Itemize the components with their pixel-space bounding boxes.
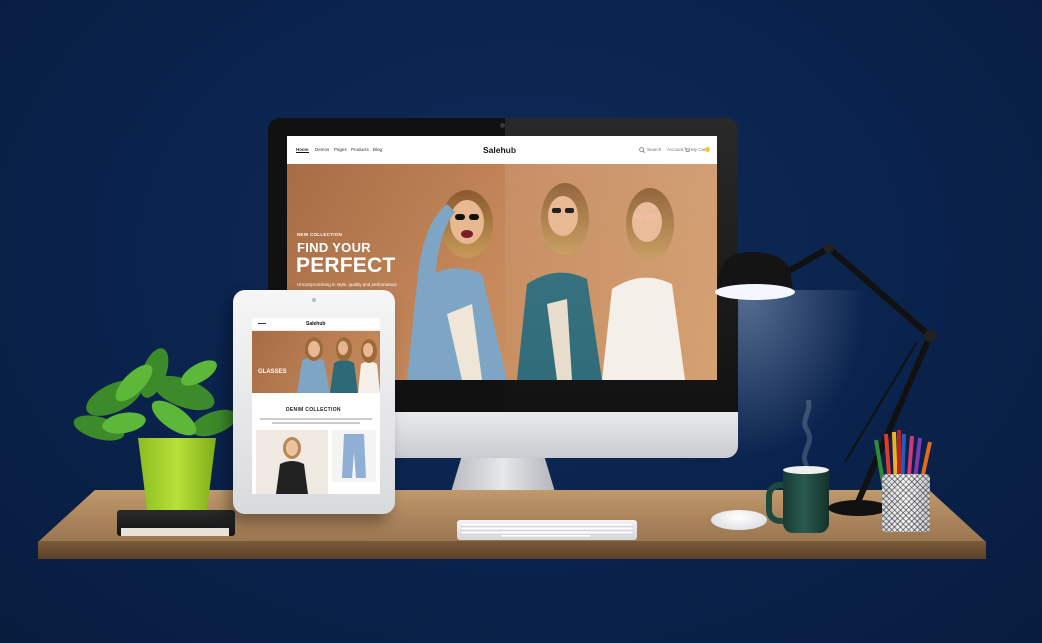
hero-subtitle: Uncompromising in style, quality and per… [297, 282, 397, 287]
book-pages [121, 528, 229, 536]
hero-kicker: NEW COLLECTION [297, 232, 343, 237]
tablet-logo[interactable]: Salehub [306, 321, 325, 327]
pencil-holder [882, 474, 930, 532]
nav-demos-link[interactable]: Demos [315, 147, 329, 152]
nav-pages-link[interactable]: Pages [334, 147, 347, 152]
screen-glare [505, 118, 738, 418]
hero-title-line1: FIND YOUR [297, 240, 371, 255]
nav-home-link[interactable]: Home [296, 147, 309, 153]
tablet-hero-text: GLASSES [258, 369, 287, 375]
tablet-navbar: Salehub [252, 318, 380, 331]
nav-blog-link[interactable]: Blog [373, 147, 382, 152]
tablet-model-image [276, 437, 308, 494]
tablet-section-title: DENIM COLLECTION [286, 407, 341, 413]
tablet-hero: GLASSES [252, 331, 380, 393]
tablet-text-line [272, 422, 360, 424]
tablet-product-image[interactable] [256, 430, 328, 494]
tablet-jeans-image [342, 434, 366, 478]
tablet-camera-icon [312, 298, 316, 302]
tablet-text-line [260, 418, 372, 420]
tablet-hero-image [297, 337, 380, 393]
nav-products-link[interactable]: Products [351, 147, 369, 152]
plant-pot [138, 438, 216, 512]
desk-edge [38, 541, 986, 559]
tablet-screen: Salehub GLASSES DENIM COLLECTION [252, 318, 380, 494]
hero-title-line2: PERFECT [296, 254, 396, 277]
keyboard-keys [461, 523, 633, 537]
tablet-menu-icon[interactable] [258, 323, 266, 324]
keyboard [457, 520, 637, 540]
tablet-product-image[interactable] [332, 430, 376, 482]
